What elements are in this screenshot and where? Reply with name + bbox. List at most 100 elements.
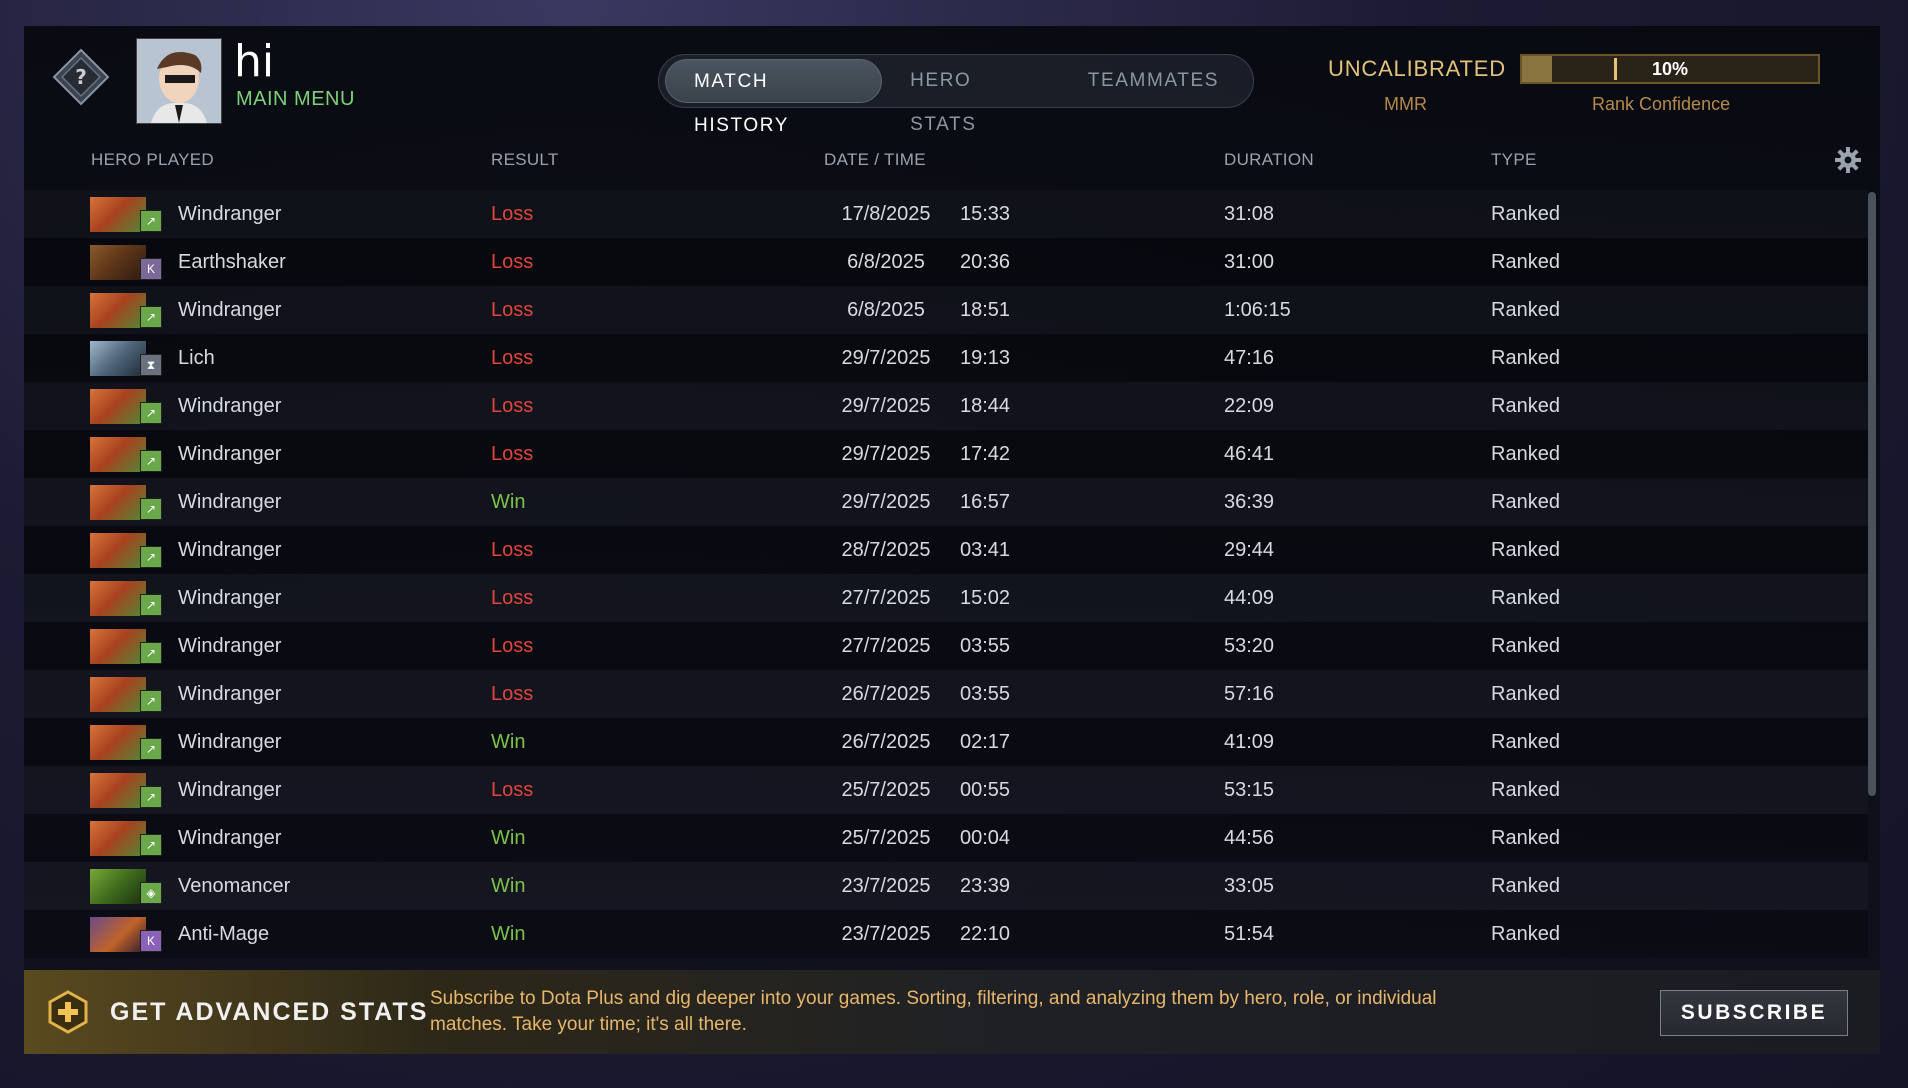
match-result: Loss [491, 251, 534, 273]
table-row[interactable]: ⧗ Lich Loss 29/7/2025 19:13 47:16 Ranked [24, 334, 1868, 382]
hero-portrait [90, 293, 146, 328]
match-duration: 46:41 [1224, 443, 1275, 465]
match-duration: 1:06:15 [1224, 299, 1291, 321]
match-result: Win [491, 731, 526, 753]
banner-title: GET ADVANCED STATS [110, 998, 429, 1026]
tab-match-history[interactable]: MATCH HISTORY [665, 59, 883, 136]
table-row[interactable]: K Anti-Mage Win 23/7/2025 22:10 51:54 Ra… [24, 910, 1868, 958]
column-duration[interactable]: DURATION [1224, 150, 1314, 170]
dota-plus-banner: GET ADVANCED STATS Subscribe to Dota Plu… [24, 970, 1880, 1054]
column-result[interactable]: RESULT [491, 150, 559, 170]
scrollbar[interactable] [1868, 192, 1876, 796]
column-type[interactable]: TYPE [1491, 150, 1537, 170]
column-date-time[interactable]: DATE / TIME [824, 150, 926, 170]
table-row[interactable]: ↗ Windranger Loss 26/7/2025 03:55 57:16 … [24, 670, 1868, 718]
match-time: 03:41 [960, 539, 1011, 561]
match-duration: 41:09 [1224, 731, 1275, 753]
match-type: Ranked [1491, 875, 1560, 897]
table-row[interactable]: ↗ Windranger Win 26/7/2025 02:17 41:09 R… [24, 718, 1868, 766]
match-time: 18:44 [960, 395, 1011, 417]
role-icon: ↗ [140, 306, 162, 328]
match-time: 22:10 [960, 923, 1011, 945]
match-date: 6/8/2025 [847, 299, 925, 321]
match-time: 19:13 [960, 347, 1011, 369]
rank-confidence-bar: 10% [1520, 54, 1820, 84]
match-type: Ranked [1491, 683, 1560, 705]
match-duration: 51:54 [1224, 923, 1275, 945]
match-type: Ranked [1491, 491, 1560, 513]
match-result: Win [491, 827, 526, 849]
profile-header: ? hi MAIN MENU MATCH HISTORY HERO STATS … [24, 26, 1880, 136]
match-duration: 31:08 [1224, 203, 1275, 225]
table-row[interactable]: K Earthshaker Loss 6/8/2025 20:36 31:00 … [24, 238, 1868, 286]
match-type: Ranked [1491, 779, 1560, 801]
column-hero[interactable]: HERO PLAYED [91, 150, 214, 170]
match-list: ↗ Windranger Loss 17/8/2025 15:33 31:08 … [24, 190, 1868, 996]
role-icon: ↗ [140, 642, 162, 664]
hero-name: Windranger [178, 731, 282, 753]
match-result: Loss [491, 395, 534, 417]
table-row[interactable]: ↗ Windranger Loss 25/7/2025 00:55 53:15 … [24, 766, 1868, 814]
match-date: 28/7/2025 [841, 539, 931, 561]
hero-name: Windranger [178, 299, 282, 321]
hero-name: Earthshaker [178, 251, 286, 273]
role-icon: K [140, 258, 162, 280]
table-row[interactable]: ↗ Windranger Loss 29/7/2025 18:44 22:09 … [24, 382, 1868, 430]
hero-portrait [90, 581, 146, 616]
role-icon: ↗ [140, 450, 162, 472]
match-date: 29/7/2025 [841, 395, 931, 417]
match-time: 15:33 [960, 203, 1011, 225]
role-icon: ↗ [140, 594, 162, 616]
hero-name: Windranger [178, 779, 282, 801]
subscribe-button[interactable]: SUBSCRIBE [1660, 990, 1848, 1036]
hero-portrait [90, 869, 146, 904]
match-duration: 53:20 [1224, 635, 1275, 657]
tab-teammates[interactable]: TEAMMATES [1060, 59, 1247, 103]
gear-icon[interactable] [1834, 146, 1862, 174]
match-time: 00:04 [960, 827, 1011, 849]
match-type: Ranked [1491, 347, 1560, 369]
table-row[interactable]: ↗ Windranger Loss 27/7/2025 15:02 44:09 … [24, 574, 1868, 622]
match-time: 03:55 [960, 683, 1011, 705]
mmr-label: MMR [1384, 94, 1427, 114]
hero-name: Windranger [178, 539, 282, 561]
hero-portrait [90, 533, 146, 568]
match-duration: 47:16 [1224, 347, 1275, 369]
match-result: Loss [491, 347, 534, 369]
match-duration: 53:15 [1224, 779, 1275, 801]
svg-text:?: ? [75, 65, 87, 89]
match-time: 02:17 [960, 731, 1011, 753]
table-row[interactable]: ↗ Windranger Loss 28/7/2025 03:41 29:44 … [24, 526, 1868, 574]
match-time: 00:55 [960, 779, 1011, 801]
main-menu-link[interactable]: MAIN MENU [236, 88, 355, 111]
rank-medal-icon[interactable]: ? [52, 48, 110, 106]
tab-hero-stats[interactable]: HERO STATS [882, 59, 1060, 135]
match-type: Ranked [1491, 251, 1560, 273]
hero-name: Windranger [178, 395, 282, 417]
role-icon: K [140, 930, 162, 952]
rank-confidence-label: Rank Confidence [1592, 94, 1731, 114]
match-type: Ranked [1491, 635, 1560, 657]
match-time: 15:02 [960, 587, 1011, 609]
match-date: 6/8/2025 [847, 251, 925, 273]
avatar[interactable] [136, 38, 222, 124]
table-row[interactable]: ↗ Windranger Loss 29/7/2025 17:42 46:41 … [24, 430, 1868, 478]
table-row[interactable]: ↗ Windranger Win 29/7/2025 16:57 36:39 R… [24, 478, 1868, 526]
table-row[interactable]: ↗ Windranger Loss 27/7/2025 03:55 53:20 … [24, 622, 1868, 670]
hero-name: Windranger [178, 587, 282, 609]
match-date: 26/7/2025 [841, 731, 931, 753]
table-row[interactable]: ↗ Windranger Loss 6/8/2025 18:51 1:06:15… [24, 286, 1868, 334]
match-type: Ranked [1491, 587, 1560, 609]
match-date: 27/7/2025 [841, 587, 931, 609]
role-icon: ↗ [140, 690, 162, 712]
hero-portrait [90, 725, 146, 760]
table-row[interactable]: ↗ Windranger Loss 17/8/2025 15:33 31:08 … [24, 190, 1868, 238]
match-duration: 57:16 [1224, 683, 1275, 705]
match-result: Win [491, 923, 526, 945]
hero-portrait [90, 677, 146, 712]
table-row[interactable]: ◈ Venomancer Win 23/7/2025 23:39 33:05 R… [24, 862, 1868, 910]
table-row[interactable]: ↗ Windranger Win 25/7/2025 00:04 44:56 R… [24, 814, 1868, 862]
match-duration: 44:56 [1224, 827, 1275, 849]
match-type: Ranked [1491, 203, 1560, 225]
avatar-image [137, 39, 221, 123]
